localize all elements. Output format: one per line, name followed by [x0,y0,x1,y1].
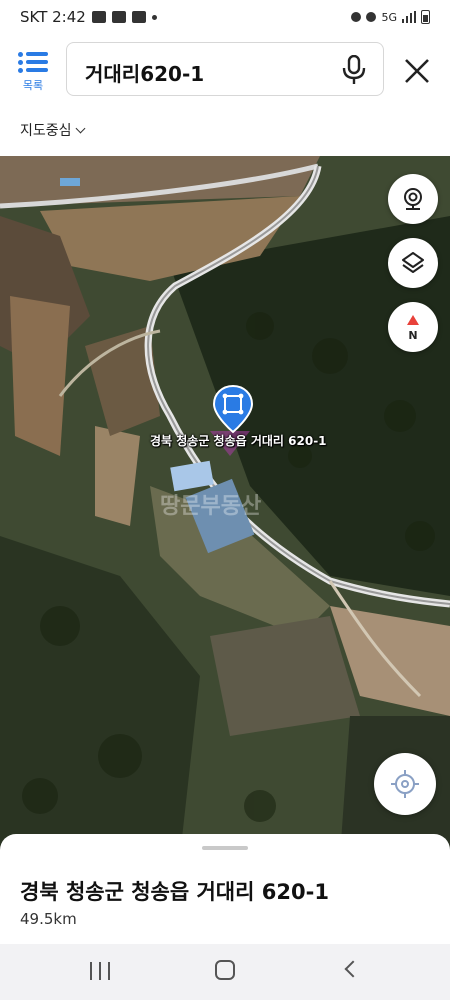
gallery-icon [91,11,106,23]
sheet-grabber[interactable] [202,846,248,850]
satellite-map[interactable]: N 경북 청송군 청송읍 거대리 620-1 땅문부동산 [0,156,450,856]
street-view-icon [404,188,422,210]
signal-icon [402,11,416,23]
battery-icon [421,10,430,24]
compass-button[interactable]: N [388,302,438,352]
mic-icon[interactable] [341,55,367,85]
back-icon[interactable] [344,960,362,978]
network-type: 5G [381,10,397,24]
list-icon [18,50,48,74]
location-pin-icon[interactable] [212,384,254,436]
system-nav-bar [0,944,450,1000]
map-center-dropdown[interactable]: 지도중심 [20,120,85,140]
search-input[interactable]: 거대리620-1 [66,42,384,96]
map-watermark: 땅문부동산 [160,494,262,519]
search-header: 목록 거대리620-1 [0,34,450,104]
svg-text:N: N [408,329,417,341]
status-time: SKT 2:42 [20,8,86,26]
current-location-icon [391,770,419,798]
list-button-label: 목록 [22,79,44,92]
search-query: 거대리620-1 [85,62,205,86]
status-bar: SKT 2:42 5G [0,0,450,34]
compass-north-icon: N [407,315,419,341]
street-view-button[interactable] [388,174,438,224]
layers-button[interactable] [388,238,438,288]
chevron-down-icon [75,123,85,133]
recent-apps-icon[interactable] [90,962,110,980]
result-address: 경북 청송군 청송읍 거대리 620-1 [20,880,329,904]
home-icon[interactable] [215,960,235,980]
current-location-button[interactable] [374,753,436,815]
pin-address-label: 경북 청송군 청송읍 거대리 620-1 [150,434,327,448]
location-icon [366,12,377,22]
megaphone-icon [131,11,146,23]
result-distance: 49.5km [20,910,77,928]
layers-icon [402,252,424,273]
notification-dot-icon [151,14,157,20]
close-icon[interactable] [400,54,434,88]
result-bottom-sheet[interactable]: 경북 청송군 청송읍 거대리 620-1 49.5km [0,834,450,944]
map-center-label: 지도중심 [20,123,72,139]
list-button[interactable]: 목록 [14,50,52,96]
message-icon [111,11,126,23]
alarm-icon [351,12,362,22]
